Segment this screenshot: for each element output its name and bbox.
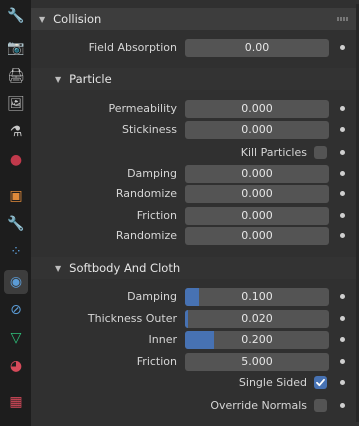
- softbody-damping-slider[interactable]: 0.100: [185, 288, 329, 306]
- particle-subpanel-header[interactable]: ▼ Particle: [31, 68, 357, 90]
- kill-particles-checkbox[interactable]: [314, 146, 327, 159]
- friction-randomize-label: Randomize: [115, 229, 177, 242]
- permeability-label: Permeability: [108, 102, 177, 115]
- keyframe-dot-icon[interactable]: [340, 191, 345, 196]
- keyframe-dot-icon[interactable]: [340, 403, 345, 408]
- inner-slider[interactable]: 0.200: [185, 331, 329, 349]
- modifier-icon[interactable]: 🔧: [4, 212, 28, 236]
- keyframe-dot-icon[interactable]: [340, 316, 345, 321]
- keyframe-dot-icon[interactable]: [340, 233, 345, 238]
- properties-panel: ▼ Collision Field Absorption 0.00 ▼ Part…: [31, 0, 359, 426]
- permeability-field[interactable]: 0.000: [185, 100, 329, 118]
- collapse-triangle-icon: ▼: [55, 74, 62, 84]
- particle-friction-row: Friction 0.000: [31, 206, 357, 226]
- keyframe-dot-icon[interactable]: [340, 106, 345, 111]
- softbody-damping-label: Damping: [127, 290, 177, 303]
- scene-icon[interactable]: ⚗: [4, 120, 28, 144]
- override-normals-row: Override Normals: [31, 396, 357, 416]
- damping-randomize-field[interactable]: 0.000: [185, 185, 329, 203]
- drag-grip-icon[interactable]: [337, 17, 349, 21]
- override-normals-checkbox[interactable]: [314, 399, 327, 412]
- keyframe-dot-icon[interactable]: [340, 127, 345, 132]
- data-icon[interactable]: ▽: [4, 326, 28, 350]
- softbody-damping-row: Damping 0.100: [31, 287, 357, 307]
- keyframe-dot-icon[interactable]: [340, 359, 345, 364]
- object-icon[interactable]: ▣: [4, 184, 28, 208]
- thickness-outer-slider[interactable]: 0.020: [185, 310, 329, 328]
- stickiness-label: Stickiness: [121, 123, 177, 136]
- collision-title: Collision: [53, 12, 102, 26]
- render-icon[interactable]: 📷: [4, 36, 28, 60]
- field-absorption-label: Field Absorption: [88, 41, 177, 54]
- particle-damping-field[interactable]: 0.000: [185, 165, 329, 183]
- single-sided-row: Single Sided: [31, 373, 357, 393]
- output-icon[interactable]: 🖨: [4, 64, 28, 88]
- kill-particles-label: Kill Particles: [240, 146, 307, 159]
- world-icon[interactable]: ●: [4, 148, 28, 172]
- material-icon[interactable]: ◕: [4, 354, 28, 378]
- permeability-row: Permeability 0.000: [31, 99, 357, 119]
- keyframe-dot-icon[interactable]: [340, 213, 345, 218]
- keyframe-dot-icon[interactable]: [340, 150, 345, 155]
- damping-randomize-row: Randomize 0.000: [31, 184, 357, 204]
- thickness-outer-label: Thickness Outer: [87, 312, 177, 325]
- particle-damping-label: Damping: [127, 167, 177, 180]
- keyframe-dot-icon[interactable]: [340, 380, 345, 385]
- particle-friction-field[interactable]: 0.000: [185, 207, 329, 225]
- keyframe-dot-icon[interactable]: [340, 337, 345, 342]
- physics-icon[interactable]: ◉: [4, 270, 28, 294]
- damping-randomize-label: Randomize: [115, 187, 177, 200]
- stickiness-field[interactable]: 0.000: [185, 121, 329, 139]
- thickness-outer-row: Thickness Outer 0.020: [31, 309, 357, 329]
- softbody-cloth-title: Softbody And Cloth: [69, 261, 181, 275]
- keyframe-dot-icon[interactable]: [340, 45, 345, 50]
- collision-panel-header[interactable]: ▼ Collision: [31, 8, 357, 30]
- particle-title: Particle: [69, 72, 112, 86]
- friction-randomize-row: Randomize 0.000: [31, 226, 357, 246]
- override-normals-label: Override Normals: [210, 399, 307, 412]
- particle-damping-row: Damping 0.000: [31, 164, 357, 184]
- softbody-friction-row: Friction 5.000: [31, 352, 357, 372]
- tool-icon[interactable]: 🔧: [4, 4, 28, 28]
- keyframe-dot-icon[interactable]: [340, 171, 345, 176]
- friction-randomize-field[interactable]: 0.000: [185, 227, 329, 245]
- softbody-friction-field[interactable]: 5.000: [185, 353, 329, 371]
- field-absorption-field[interactable]: 0.00: [185, 39, 329, 57]
- view-layer-icon[interactable]: 🖼: [4, 92, 28, 116]
- softbody-friction-label: Friction: [136, 355, 177, 368]
- inner-row: Inner 0.200: [31, 330, 357, 350]
- constraints-icon[interactable]: ⊘: [4, 298, 28, 322]
- kill-particles-row: Kill Particles: [31, 143, 357, 163]
- single-sided-checkbox[interactable]: [314, 376, 327, 389]
- particles-icon[interactable]: ⁘: [4, 240, 28, 264]
- field-absorption-row: Field Absorption 0.00: [31, 38, 357, 58]
- collapse-triangle-icon: ▼: [55, 263, 62, 273]
- stickiness-row: Stickiness 0.000: [31, 120, 357, 140]
- properties-tab-bar: 🔧 📷 🖨 🖼 ⚗ ● ▣ 🔧 ⁘ ◉ ⊘ ▽ ◕ ▦: [0, 0, 31, 426]
- texture-icon[interactable]: ▦: [4, 390, 28, 414]
- collapse-triangle-icon: ▼: [39, 14, 46, 24]
- particle-friction-label: Friction: [136, 209, 177, 222]
- single-sided-label: Single Sided: [238, 376, 307, 389]
- inner-label: Inner: [148, 333, 177, 346]
- softbody-cloth-subpanel-header[interactable]: ▼ Softbody And Cloth: [31, 257, 357, 279]
- keyframe-dot-icon[interactable]: [340, 294, 345, 299]
